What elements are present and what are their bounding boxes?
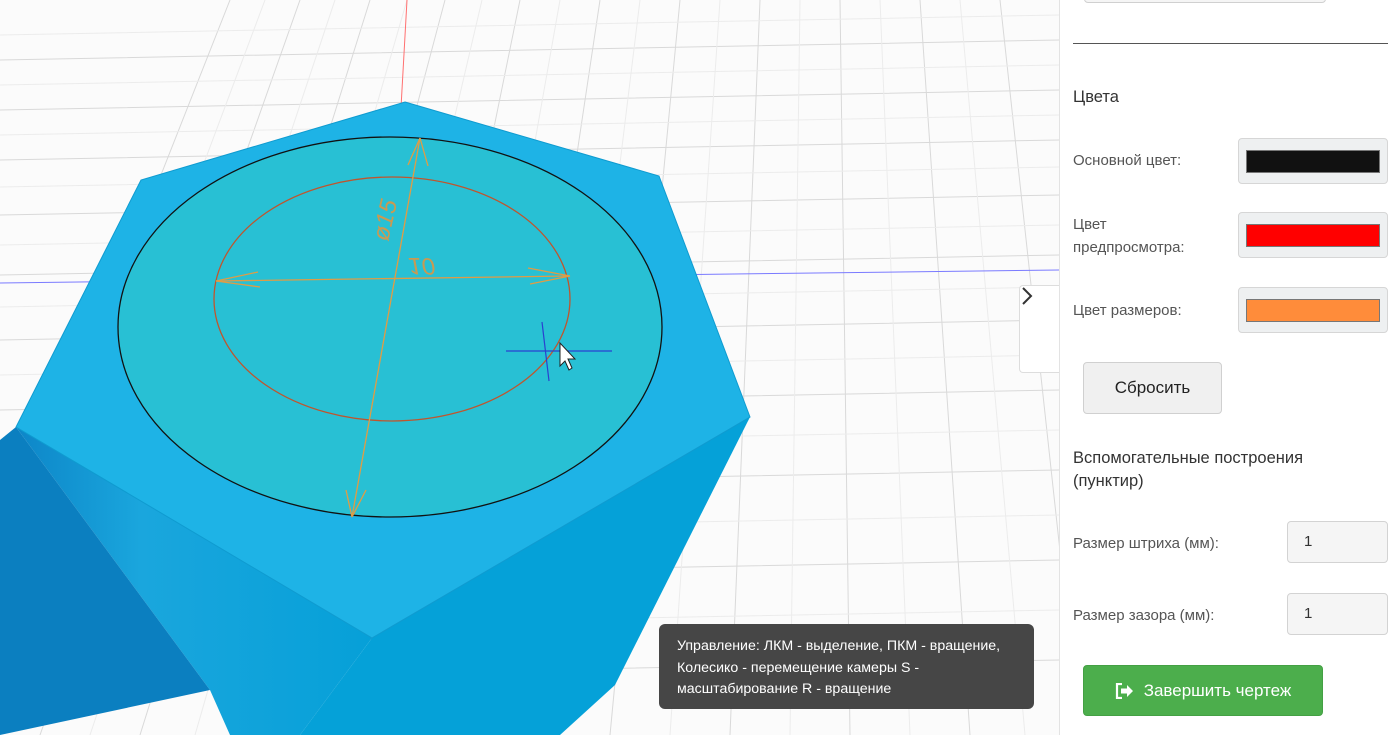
sign-out-icon [1115, 682, 1133, 699]
preview-color-label-line1: Цвет [1073, 216, 1107, 233]
width-label: 10 [408, 252, 435, 279]
stroke-size-input[interactable]: 1 [1287, 521, 1388, 563]
dimension-color-swatch [1246, 299, 1380, 322]
main-color-label: Основной цвет: [1073, 152, 1182, 169]
3d-viewport[interactable]: ø15 10 Управление: ЛКМ - выделение, ПКМ … [0, 0, 1059, 735]
gap-size-input[interactable]: 1 [1287, 593, 1388, 635]
section-divider [1073, 43, 1388, 44]
aux-heading-line1: Вспомогательные построения [1073, 449, 1304, 467]
top-button-edge[interactable] [1084, 0, 1326, 3]
preview-color-label-line2: предпросмотра: [1073, 239, 1185, 256]
finish-drawing-button[interactable]: Завершить чертеж [1083, 665, 1323, 716]
dimension-color-picker[interactable] [1238, 287, 1388, 333]
main-color-swatch [1246, 150, 1380, 173]
colors-heading: Цвета [1073, 88, 1119, 106]
tooltip-text: Управление: ЛКМ - выделение, ПКМ - враще… [677, 638, 1001, 697]
preview-color-picker[interactable] [1238, 212, 1388, 258]
finish-drawing-label: Завершить чертеж [1143, 680, 1292, 700]
collapse-panel-button[interactable] [1019, 285, 1059, 373]
dimension-color-label: Цвет размеров: [1073, 302, 1182, 319]
preview-color-swatch [1246, 224, 1380, 247]
chevron-right-icon [1022, 287, 1033, 305]
stroke-size-label: Размер штриха (мм): [1073, 535, 1219, 552]
reset-colors-button[interactable]: Сбросить [1083, 362, 1222, 414]
controls-hint-tooltip: Управление: ЛКМ - выделение, ПКМ - враще… [659, 624, 1034, 709]
cylinder-top-face[interactable] [117, 136, 663, 518]
aux-heading-line2: (пунктир) [1073, 472, 1144, 490]
gap-size-label: Размер зазора (мм): [1073, 607, 1215, 624]
main-color-picker[interactable] [1238, 138, 1388, 184]
settings-sidebar: Цвета Основной цвет: Цвет предпросмотра:… [1059, 0, 1394, 735]
